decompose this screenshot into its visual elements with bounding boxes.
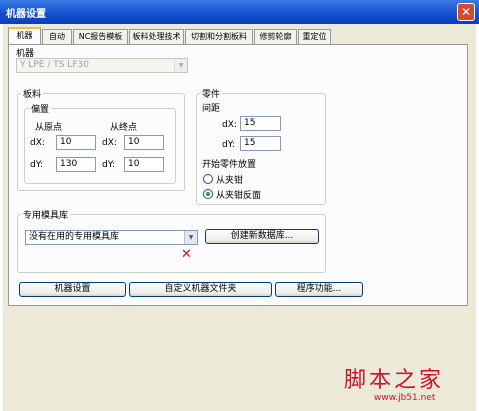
sheet-group-label: 板料 — [21, 87, 44, 100]
close-button[interactable]: ✕ — [457, 3, 475, 21]
part-group-label: 零件 — [200, 87, 223, 100]
end-dx-label: dX: — [102, 138, 117, 148]
end-dy-input[interactable]: 10 — [124, 157, 164, 172]
part-dy-label: dY: — [222, 140, 236, 150]
from-clamp-label: 从夹钳 — [216, 176, 244, 186]
tab-nc-report-template[interactable]: NC报告模板 — [73, 29, 128, 44]
part-dx-label: dX: — [222, 120, 237, 130]
watermark-brand: 脚本之家 — [344, 368, 445, 393]
from-end-label: 从终点 — [110, 123, 138, 133]
tab-cut-and-split-sheet[interactable]: 切割和分割板料 — [185, 29, 253, 44]
delete-icon[interactable]: ✕ — [181, 247, 192, 262]
tab-sheet-handling[interactable]: 板料处理技术 — [129, 29, 184, 44]
toolbase-select-value: 没有在用的专用模具库 — [29, 232, 120, 242]
title-bar — [0, 0, 479, 24]
chevron-down-icon: ▼ — [174, 59, 187, 72]
custom-machine-folder-button[interactable]: 自定义机器文件夹 — [129, 282, 272, 297]
tab-trim-contour[interactable]: 修剪轮廓 — [254, 29, 297, 44]
chevron-down-icon[interactable]: ▼ — [184, 231, 197, 244]
program-functions-button[interactable]: 程序功能... — [275, 282, 363, 297]
end-dx-input[interactable]: 10 — [124, 135, 164, 150]
from-clamp-radio[interactable] — [203, 174, 213, 184]
end-dy-label: dY: — [102, 160, 116, 170]
start-placement-label: 开始零件放置 — [202, 160, 257, 170]
machine-settings-button[interactable]: 机器设置 — [19, 282, 126, 297]
origin-dx-input[interactable]: 10 — [56, 135, 96, 150]
origin-dy-input[interactable]: 130 — [56, 157, 96, 172]
toolbase-select[interactable]: 没有在用的专用模具库 — [25, 230, 198, 245]
origin-dx-label: dX: — [30, 138, 45, 148]
origin-dy-label: dY: — [30, 160, 44, 170]
part-dx-input[interactable]: 15 — [240, 116, 281, 131]
tab-auto[interactable]: 自动 — [42, 29, 72, 44]
from-origin-label: 从原点 — [35, 123, 63, 133]
part-dy-input[interactable]: 15 — [240, 136, 281, 151]
create-database-button[interactable]: 创建新数据库... — [205, 229, 319, 244]
tab-reposition[interactable]: 重定位 — [298, 29, 331, 44]
watermark-url: www.jb51.net — [374, 393, 436, 403]
spacing-label: 间距 — [202, 104, 221, 114]
machine-select-value: Y LPE / TS LF30 — [20, 60, 89, 70]
from-clamp-reverse-radio[interactable] — [203, 189, 213, 199]
window-title: 机器设置 — [6, 9, 46, 20]
machine-select: Y LPE / TS LF30 — [16, 58, 188, 73]
toolbase-group-label: 专用模具库 — [21, 208, 71, 221]
offset-group-label: 偏置 — [29, 102, 52, 115]
tab-machine[interactable]: 机器 — [8, 27, 41, 45]
from-clamp-reverse-label: 从夹钳反面 — [216, 191, 262, 201]
